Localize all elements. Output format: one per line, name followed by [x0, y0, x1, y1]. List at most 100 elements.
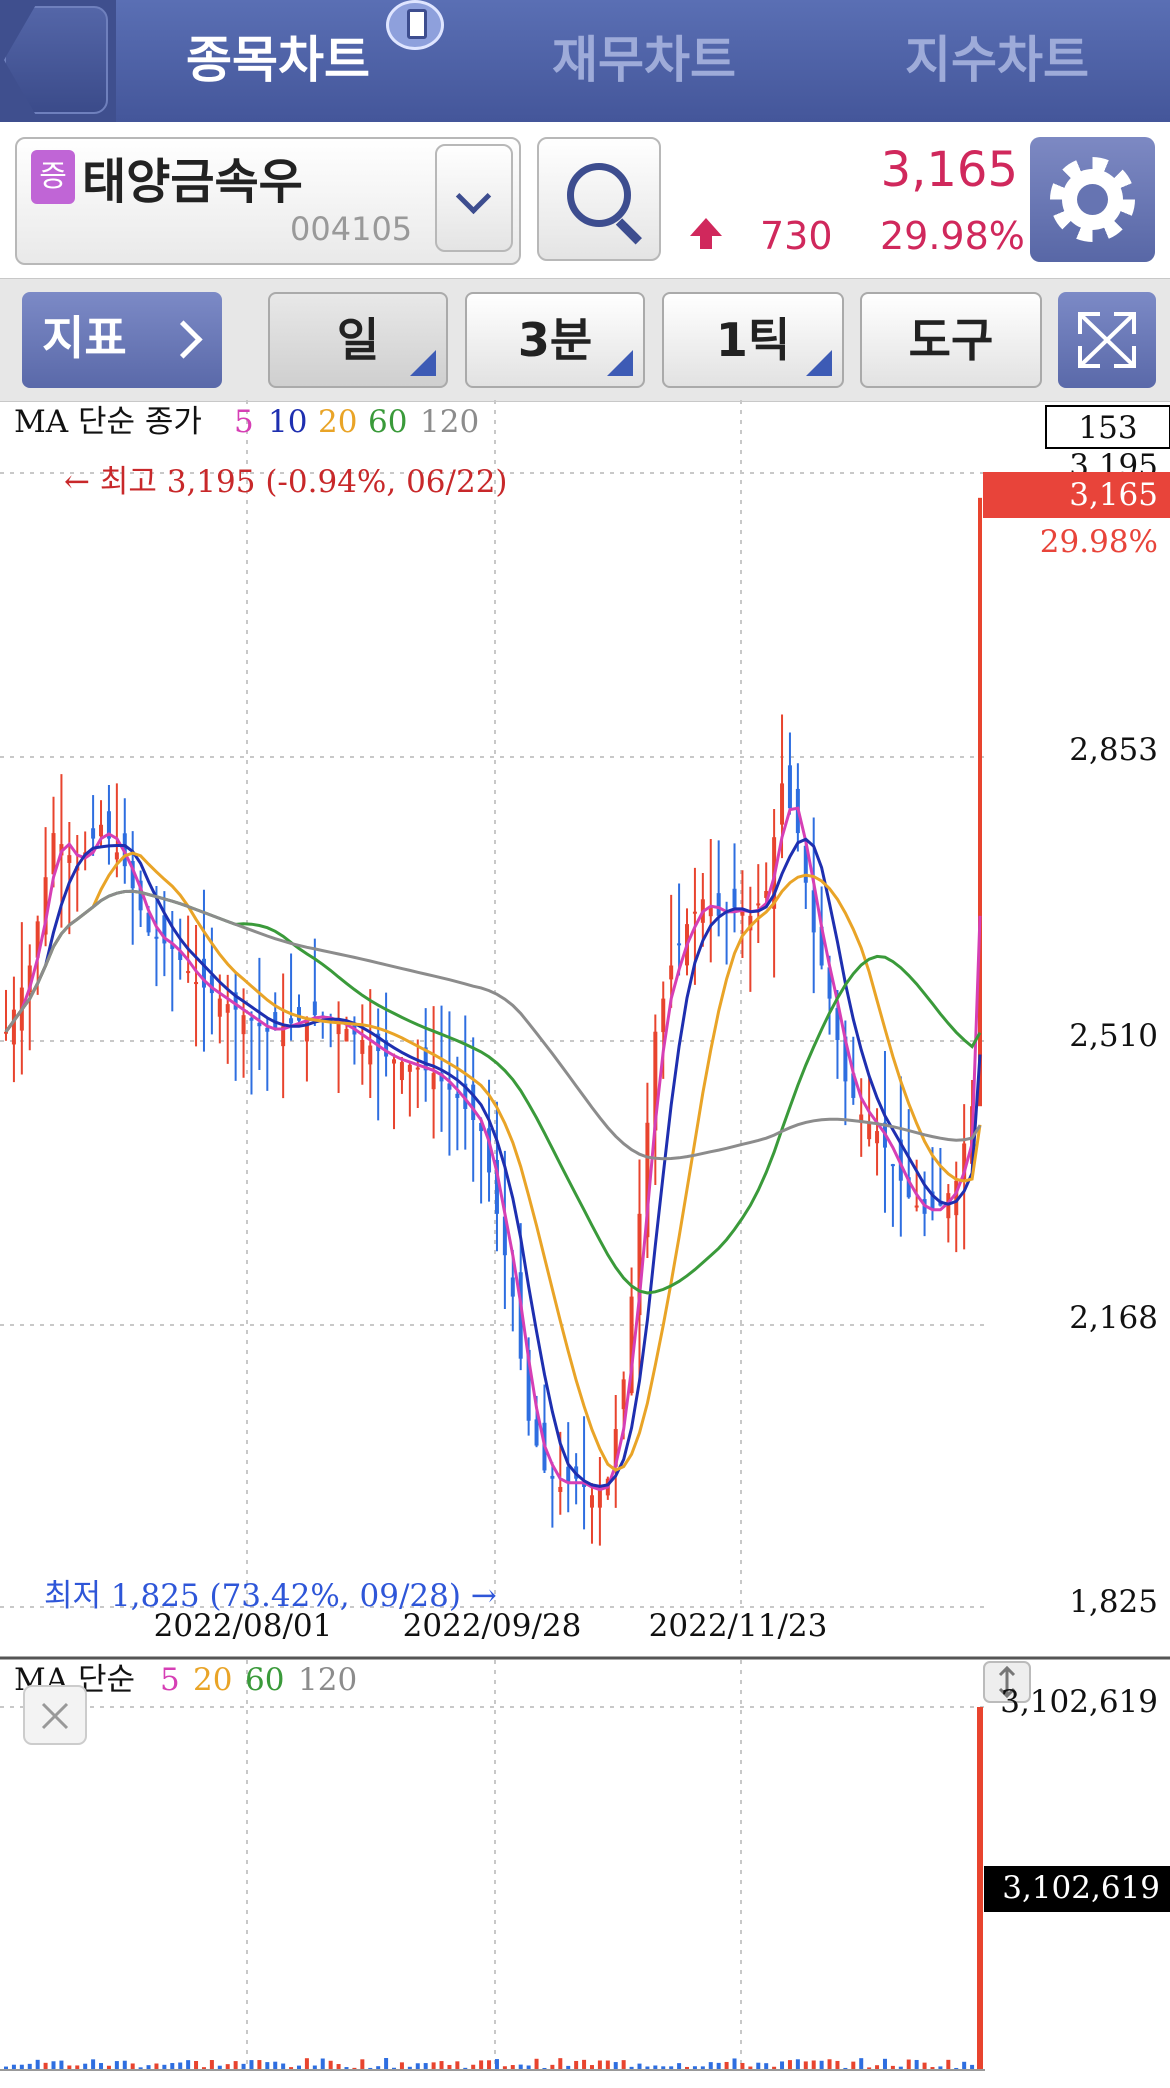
candle-body	[186, 971, 191, 974]
volume-bar	[827, 2059, 832, 2070]
high-annotation: ← 최고 3,195 (-0.94%, 06/22)	[64, 464, 508, 500]
period-day-button[interactable]: 일	[268, 292, 448, 388]
volume-bar	[51, 2061, 56, 2070]
tab-stock-chart[interactable]: 종목차트	[186, 20, 370, 92]
back-arrow-icon	[4, 6, 108, 114]
search-button[interactable]	[537, 137, 661, 261]
stock-name[interactable]: 태양금속우	[82, 142, 303, 212]
candle-body	[677, 943, 682, 946]
volume-bar	[859, 2058, 864, 2070]
period-1tick-button[interactable]: 1틱	[662, 292, 844, 388]
candle-body	[399, 1062, 404, 1081]
volume-bar	[273, 2061, 278, 2070]
phone-sync-icon[interactable]	[386, 0, 444, 50]
volume-top-label: 3,102,619	[1000, 1684, 1158, 1720]
ma-legend-120: 120	[420, 404, 479, 440]
candlestick-series	[4, 497, 982, 1546]
current-price-tag-label: 3,165	[1069, 477, 1158, 513]
chevron-down-icon	[455, 178, 492, 215]
indicator-button[interactable]: 지표	[22, 292, 222, 388]
low-annotation: 최저 1,825 (73.42%, 09/28) →	[44, 1578, 497, 1614]
volume-ma-legend-20: 20	[193, 1662, 232, 1698]
settings-button[interactable]	[1030, 137, 1155, 262]
volume-bar	[59, 2060, 64, 2070]
candle-body	[296, 1007, 301, 1021]
volume-bar	[209, 2060, 214, 2070]
tab-financial-chart[interactable]: 재무차트	[552, 20, 736, 92]
volume-bar	[415, 2063, 420, 2070]
volume-bar	[621, 2060, 626, 2070]
indicator-label: 지표	[42, 311, 127, 365]
candle-body	[867, 1122, 872, 1140]
volume-bar	[922, 2062, 927, 2070]
candle-body	[67, 855, 72, 863]
volume-bar	[764, 2063, 769, 2070]
volume-bar	[708, 2062, 713, 2070]
volume-bar	[851, 2061, 856, 2070]
volume-bar	[906, 2059, 911, 2070]
period-3min-button[interactable]: 3분	[465, 292, 645, 388]
candle-body	[914, 1205, 919, 1208]
volume-bar	[597, 2060, 602, 2070]
volume-bar	[582, 2059, 587, 2070]
volume-bar	[574, 2060, 579, 2070]
volume-bar	[257, 2060, 262, 2070]
candle-body	[368, 1045, 373, 1065]
volume-bar	[233, 2061, 238, 2070]
chevron-right-icon	[164, 320, 203, 359]
candle-body	[265, 1027, 270, 1032]
volume-bar	[724, 2061, 729, 2070]
stock-code: 004105	[290, 210, 413, 248]
candle-body	[249, 1018, 254, 1021]
close-panel-button[interactable]	[23, 1685, 87, 1745]
candle-body	[558, 1486, 563, 1492]
dropdown-corner-icon	[410, 350, 436, 376]
current-price: 3,165	[880, 142, 1018, 198]
ma-legend-5: 5	[234, 404, 254, 440]
volume-bar	[186, 2060, 191, 2070]
volume-bar	[328, 2060, 333, 2070]
volume-bar	[732, 2058, 737, 2070]
tab-index-chart[interactable]: 지수차트	[905, 20, 1089, 92]
volume-bar	[605, 2060, 610, 2070]
candle-body	[415, 1067, 420, 1070]
volume-bar	[882, 2058, 887, 2070]
volume-bar	[479, 2060, 484, 2070]
candle-body	[455, 1093, 460, 1098]
candle-body	[431, 1073, 436, 1090]
volume-ma-legend-120: 120	[298, 1662, 357, 1698]
candle-body	[225, 1004, 230, 1013]
volume-bar	[835, 2060, 840, 2070]
volume-bar	[304, 2058, 309, 2070]
candle-body	[241, 1015, 246, 1035]
candle-body	[360, 1040, 365, 1054]
price-chart[interactable]: MA 단순 종가 5 10 20 60 120 153 3,195 3,165 …	[0, 400, 1170, 2088]
stock-dropdown-button[interactable]	[435, 144, 513, 252]
candle-body	[91, 828, 96, 839]
ma-legend-title: MA 단순 종가	[14, 404, 202, 440]
candle-body	[669, 965, 674, 980]
candle-body	[471, 1084, 476, 1121]
volume-ma-legend-60: 60	[245, 1662, 284, 1698]
volume-bar	[35, 2059, 40, 2070]
candle-body	[740, 911, 745, 916]
candle-body	[99, 824, 104, 837]
fullscreen-button[interactable]	[1058, 292, 1156, 388]
volume-bar	[360, 2059, 365, 2070]
price-change: 730	[760, 214, 833, 258]
candle-body	[621, 1379, 626, 1410]
price-change-percent: 29.98%	[880, 214, 1025, 258]
volume-bar	[946, 2059, 951, 2070]
period-3min-label: 3분	[517, 313, 593, 367]
back-button[interactable]	[0, 0, 116, 122]
dropdown-corner-icon	[806, 350, 832, 376]
candle-body	[114, 852, 119, 860]
volume-bar	[756, 2062, 761, 2070]
chart-grid	[0, 400, 985, 2070]
volume-bar	[114, 2061, 119, 2070]
volume-bar	[384, 2058, 389, 2070]
moving-average-lines	[4, 806, 982, 1492]
count-box-label: 153	[1078, 410, 1137, 446]
volume-bar	[439, 2061, 444, 2070]
tools-button[interactable]: 도구	[860, 292, 1042, 388]
